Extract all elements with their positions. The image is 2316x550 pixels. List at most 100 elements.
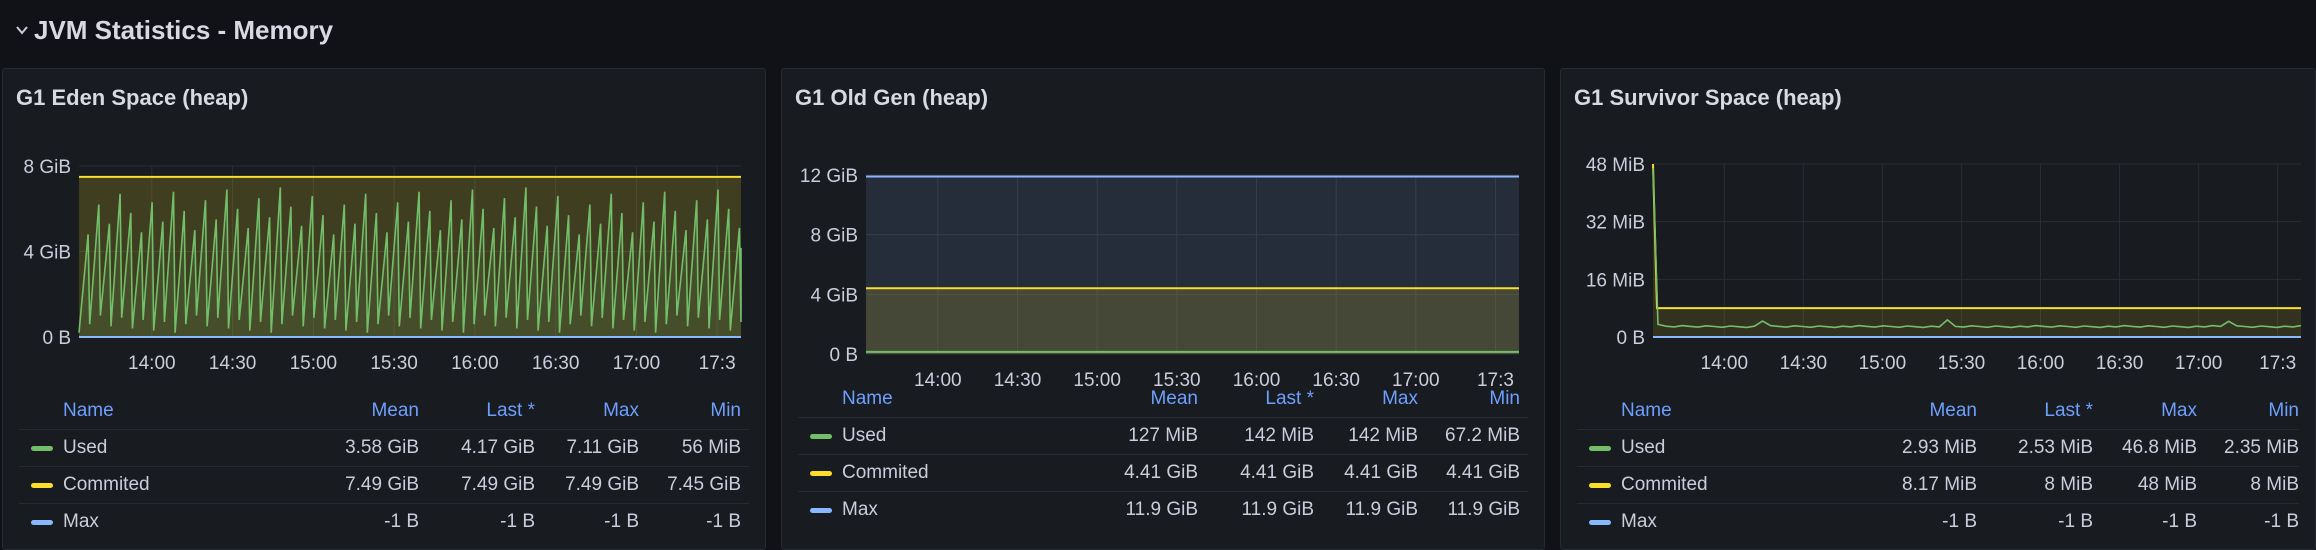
legend-row[interactable]: Max -1 B -1 B -1 B -1 B (1577, 504, 2299, 540)
series-color-swatch[interactable] (1589, 446, 1611, 451)
legend-series-name[interactable]: Used (1621, 430, 1665, 466)
legend-series-name[interactable]: Commited (1621, 467, 1708, 503)
series-color-swatch[interactable] (810, 471, 832, 476)
legend-header-min[interactable]: Min (2268, 393, 2299, 429)
legend-value-last: 4.41 GiB (1240, 462, 1314, 483)
legend-value-mean: 3.58 GiB (345, 437, 419, 458)
legend-value-mean: 7.49 GiB (345, 474, 419, 495)
legend-value-min: 7.45 GiB (667, 474, 741, 495)
legend-header-min[interactable]: Min (710, 393, 741, 429)
legend-value-mean: 8.17 MiB (1902, 474, 1977, 495)
x-tick-label: 16:30 (2096, 353, 2144, 374)
legend-header[interactable]: Name Mean Last * Max Min (19, 393, 749, 429)
x-tick-label: 16:00 (2017, 353, 2065, 374)
legend-series-name[interactable]: Commited (842, 455, 929, 491)
legend-row[interactable]: Commited 8.17 MiB 8 MiB 48 MiB 8 MiB (1577, 467, 2299, 503)
legend-value-last: 2.53 MiB (2018, 437, 2093, 458)
y-tick-label: 32 MiB (1586, 213, 1645, 234)
legend-value-last: 7.49 GiB (461, 474, 535, 495)
x-tick-label: 15:30 (370, 353, 418, 374)
legend-value-max: -1 B (604, 511, 639, 532)
legend-header-min[interactable]: Min (1489, 381, 1520, 417)
y-tick-label: 48 MiB (1586, 155, 1645, 176)
legend-value-max: -1 B (2162, 511, 2197, 532)
legend-row[interactable]: Commited 7.49 GiB 7.49 GiB 7.49 GiB 7.45 GiB (19, 467, 749, 503)
legend-series-name[interactable]: Used (63, 430, 107, 466)
row-header[interactable]: JVM Statistics - Memory (0, 0, 2316, 62)
legend-header-name[interactable]: Name (63, 393, 114, 429)
legend-row[interactable]: Used 2.93 MiB 2.53 MiB 46.8 MiB 2.35 MiB (1577, 430, 2299, 466)
x-tick-label: 15:30 (1938, 353, 1986, 374)
y-tick-label: 8 GiB (810, 226, 858, 247)
legend-header[interactable]: Name Mean Last * Max Min (798, 381, 1528, 417)
legend-value-last: -1 B (2058, 511, 2093, 532)
legend-value-max: 48 MiB (2137, 474, 2197, 495)
x-tick-label: 17:00 (613, 353, 661, 374)
legend-header-name[interactable]: Name (1621, 393, 1672, 429)
legend-header-name[interactable]: Name (842, 381, 893, 417)
panel-1[interactable]: G1 Old Gen (heap) 12 GiB 8 GiB 4 GiB 0 B 14:0… (781, 68, 1545, 550)
series-color-swatch[interactable] (810, 434, 832, 439)
legend-header-mean[interactable]: Mean (371, 393, 419, 429)
y-tick-label: 8 GiB (23, 157, 71, 178)
x-tick-label: 16:30 (532, 353, 580, 374)
legend-row[interactable]: Commited 4.41 GiB 4.41 GiB 4.41 GiB 4.41 GiB (798, 455, 1528, 491)
legend-header-last[interactable]: Last * (1265, 381, 1314, 417)
legend-row[interactable]: Max -1 B -1 B -1 B -1 B (19, 504, 749, 540)
legend-series-name[interactable]: Max (842, 492, 878, 528)
legend-header[interactable]: Name Mean Last * Max Min (1577, 393, 2299, 429)
legend-value-mean: 11.9 GiB (1125, 499, 1198, 520)
series-color-swatch[interactable] (810, 508, 832, 513)
legend-header-last[interactable]: Last * (2044, 393, 2093, 429)
legend-series-name[interactable]: Commited (63, 467, 150, 503)
series-color-swatch[interactable] (1589, 520, 1611, 525)
legend-header-mean[interactable]: Mean (1150, 381, 1198, 417)
legend-value-last: 4.17 GiB (461, 437, 535, 458)
legend-value-mean: 4.41 GiB (1124, 462, 1198, 483)
legend-value-min: 11.9 GiB (1447, 499, 1520, 520)
legend-series-name[interactable]: Max (63, 504, 99, 540)
series-used-line (1652, 168, 2302, 329)
y-tick-label: 0 B (42, 328, 71, 349)
legend-value-last: 8 MiB (2044, 474, 2093, 495)
panel-0[interactable]: G1 Eden Space (heap) 8 GiB 4 GiB 0 B 14:00 14… (2, 68, 766, 550)
legend-value-max: 7.49 GiB (565, 474, 639, 495)
commited-area (866, 288, 1519, 354)
legend-row[interactable]: Max 11.9 GiB 11.9 GiB 11.9 GiB 11.9 GiB (798, 492, 1528, 528)
legend-header-mean[interactable]: Mean (1929, 393, 1977, 429)
legend-header-max[interactable]: Max (2161, 393, 2197, 429)
series-color-swatch[interactable] (31, 520, 53, 525)
legend-series-name[interactable]: Used (842, 418, 886, 454)
y-tick-label: 16 MiB (1586, 270, 1645, 291)
x-tick-label: 14:00 (1701, 353, 1749, 374)
legend-value-min: 56 MiB (681, 437, 741, 458)
legend-value-mean: -1 B (1942, 511, 1977, 532)
legend-value-last: -1 B (500, 511, 535, 532)
legend-value-min: -1 B (2264, 511, 2299, 532)
legend-value-max: 46.8 MiB (2122, 437, 2197, 458)
series-color-swatch[interactable] (1589, 483, 1611, 488)
x-tick-label: 14:30 (1780, 353, 1828, 374)
legend-value-mean: -1 B (384, 511, 419, 532)
series-color-swatch[interactable] (31, 446, 53, 451)
y-tick-label: 0 B (1616, 328, 1645, 349)
y-tick-label: 0 B (829, 345, 858, 366)
legend-value-max: 4.41 GiB (1344, 462, 1418, 483)
y-tick-label: 4 GiB (23, 243, 71, 264)
panel-2[interactable]: G1 Survivor Space (heap) 48 MiB 32 MiB 16 M… (1560, 68, 2316, 550)
legend-value-last: 11.9 GiB (1241, 499, 1314, 520)
legend-header-last[interactable]: Last * (486, 393, 535, 429)
chevron-down-icon[interactable] (14, 22, 30, 38)
legend-value-max: 11.9 GiB (1345, 499, 1418, 520)
legend-row[interactable]: Used 127 MiB 142 MiB 142 MiB 67.2 MiB (798, 418, 1528, 454)
legend-series-name[interactable]: Max (1621, 504, 1657, 540)
legend-value-min: 8 MiB (2250, 474, 2299, 495)
legend-header-max[interactable]: Max (603, 393, 639, 429)
x-tick-label: 17:3 (699, 353, 736, 374)
legend-value-min: 2.35 MiB (2224, 437, 2299, 458)
legend-row[interactable]: Used 3.58 GiB 4.17 GiB 7.11 GiB 56 MiB (19, 430, 749, 466)
series-color-swatch[interactable] (31, 483, 53, 488)
x-tick-label: 16:00 (451, 353, 499, 374)
legend-header-max[interactable]: Max (1382, 381, 1418, 417)
y-tick-label: 4 GiB (810, 285, 858, 306)
